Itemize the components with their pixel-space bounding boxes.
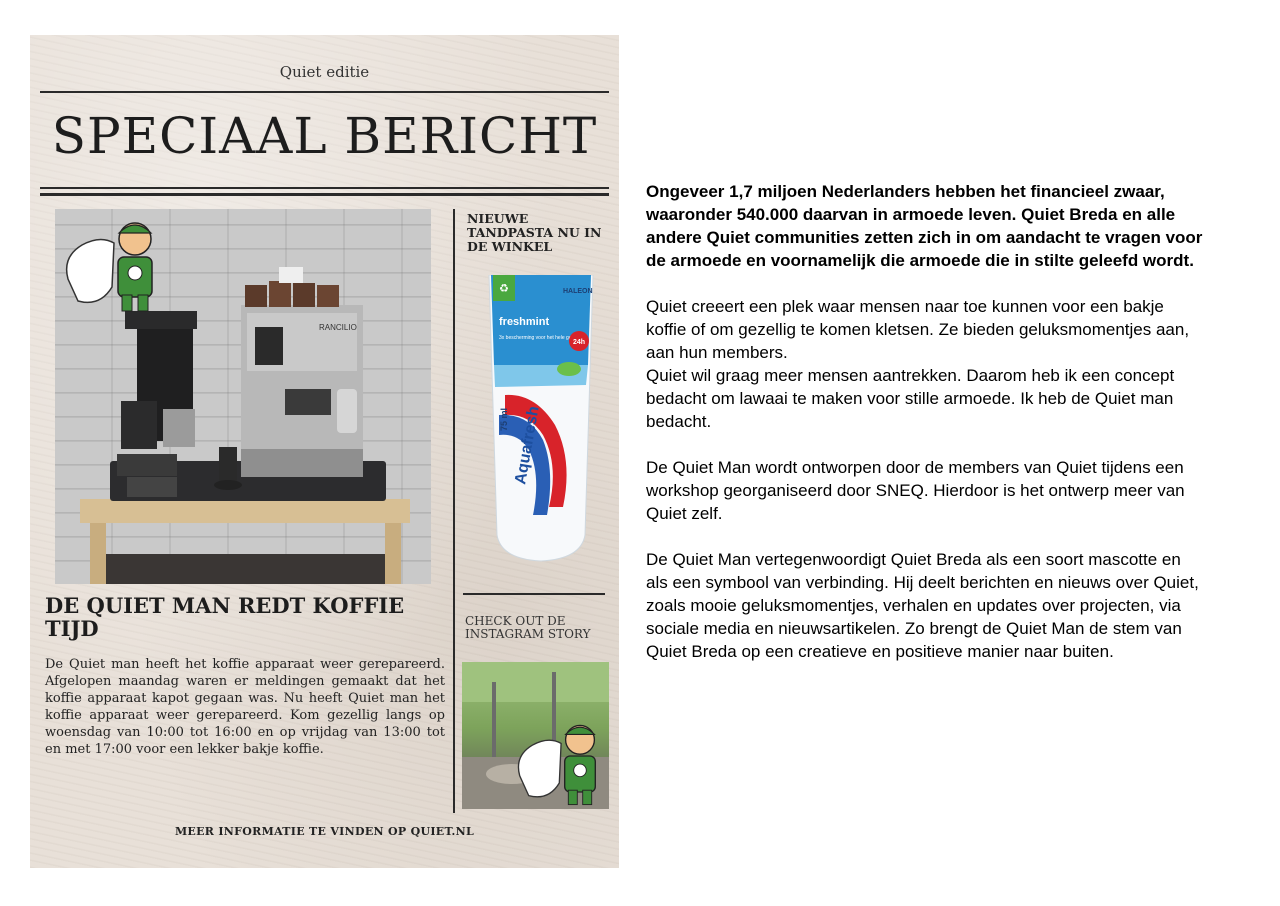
quiet-man-mascot-icon [517,724,596,806]
instagram-callout: CHECK OUT DE INSTAGRAM STORY [465,614,591,641]
mint-leaf-icon [557,362,581,376]
sidebar-heading: NIEUWE TANDPASTA NU IN DE WINKEL [467,211,602,254]
product-volume: 75 ml [499,408,509,431]
article-paragraph-3: De Quiet Man wordt ontworpen door de mem… [646,458,1185,523]
product-maker: HALEON [563,288,593,295]
headline: SPECIAAL BERICHT [51,107,598,165]
product-badge: 24h [573,339,585,346]
column-divider [453,209,455,813]
product-variant: freshmint [499,316,549,328]
top-rule [40,91,609,93]
story-body: De Quiet man heeft het koffie apparaat w… [45,657,445,757]
article-paragraph-2a: Quiet creeert een plek waar mensen naar … [646,297,1190,362]
sidebar-rule [463,593,605,595]
newspaper-poster: Quiet editie SPECIAAL BERICHT RANCILIO N… [30,35,619,868]
article-paragraph-4: De Quiet Man vertegenwoordigt Quiet Bred… [646,550,1199,661]
machine-brand: RANCILIO [319,323,357,332]
quiet-man-mascot-icon [65,222,153,312]
story-title: DE QUIET MAN REDT KOFFIE TIJD [45,593,405,641]
article-lead: Ongeveer 1,7 miljoen Nederlanders hebben… [646,182,1203,270]
article-text: Ongeveer 1,7 miljoen Nederlanders hebben… [646,180,1206,686]
toothpaste-tube-image: ♻ HALEON freshmint 3x bescherming voor h… [488,275,594,562]
edition-label: Quiet editie [279,63,370,81]
svg-text:♻: ♻ [499,282,509,295]
instagram-story-photo [462,662,609,809]
headline-rule-1 [40,187,609,189]
headline-rule-2 [40,193,609,196]
footer-info: MEER INFORMATIE TE VINDEN OP QUIET.NL [174,825,475,838]
product-claim: 3x bescherming voor het hele gezin [499,335,578,341]
article-paragraph-2b: Quiet wil graag meer mensen aantrekken. … [646,366,1175,431]
article-paragraph-2: Quiet creeert een plek waar mensen naar … [646,295,1206,433]
coffee-machine-photo: RANCILIO [55,209,431,584]
